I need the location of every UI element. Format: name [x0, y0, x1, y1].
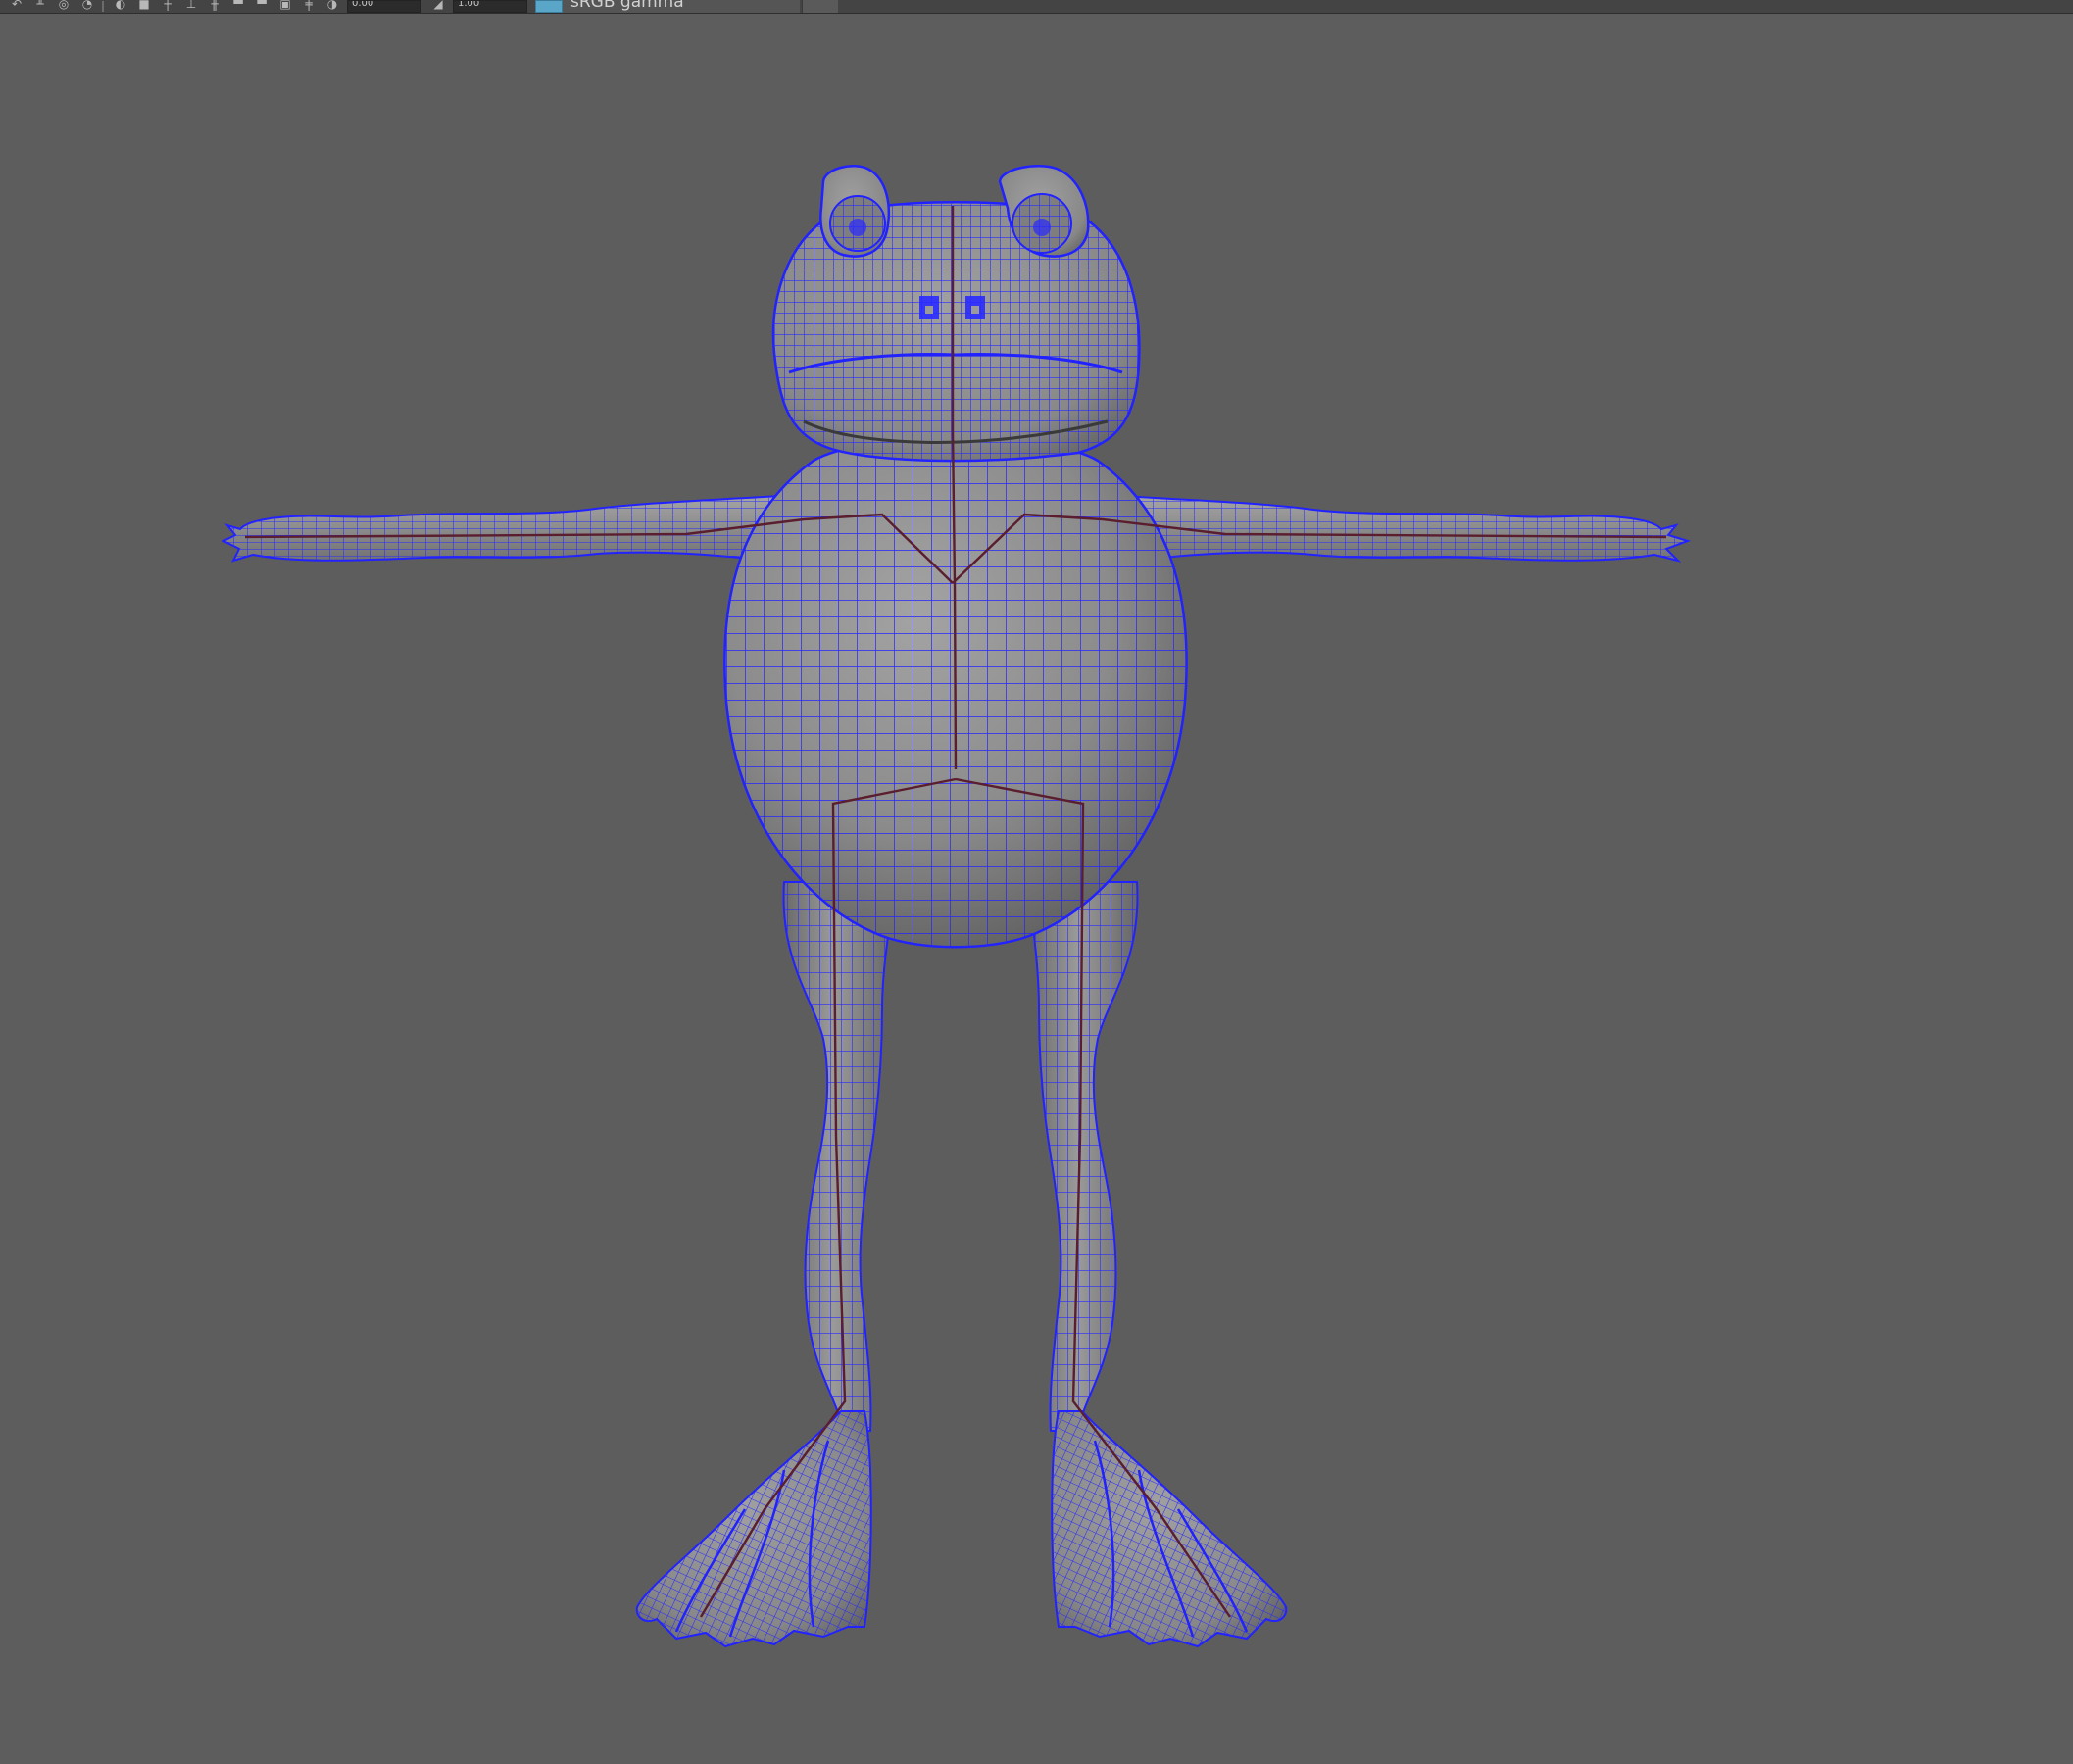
- gamma-icon[interactable]: ◢: [431, 0, 445, 13]
- 3d-viewport[interactable]: [0, 14, 2073, 1764]
- solid-box-icon[interactable]: ▀: [255, 0, 269, 13]
- gamma-field[interactable]: 1.00: [453, 0, 527, 13]
- gate-icon[interactable]: ╨: [33, 0, 47, 13]
- resolution-gate-icon[interactable]: ▣: [278, 0, 292, 13]
- maya-viewport-window: ↶ ╨ ◎ ◔ ◐ ■ ┼ ⊥ ╫ ▀ ▀ ▣ ╪ ◑ 0.00 ◢ 1.00 …: [0, 0, 2073, 1764]
- camera-tumble-icon[interactable]: ◔: [80, 0, 94, 13]
- frog-left-leg: [782, 881, 896, 1432]
- toolbar-end-cap: [802, 0, 838, 13]
- view-transform-label: sRGB gamma: [570, 0, 684, 12]
- frog-right-leg: [1027, 881, 1139, 1432]
- frog-model-render: [221, 165, 1692, 1648]
- film-gate-icon[interactable]: ╪: [302, 0, 316, 13]
- undo-icon[interactable]: ↶: [10, 0, 24, 13]
- solid-box-icon[interactable]: ▀: [231, 0, 245, 13]
- exposure-field[interactable]: 0.00: [347, 0, 421, 13]
- frog-right-arm: [1106, 493, 1692, 565]
- grid-icon[interactable]: ┼: [161, 0, 174, 13]
- camera-orbit-icon[interactable]: ◎: [57, 0, 71, 13]
- isolate-icon[interactable]: ╫: [208, 0, 222, 13]
- toolbar-divider: [102, 1, 104, 12]
- frog-left-eye: [819, 165, 891, 258]
- viewport-panel-toolbar: ↶ ╨ ◎ ◔ ◐ ■ ┼ ⊥ ╫ ▀ ▀ ▣ ╪ ◑ 0.00 ◢ 1.00 …: [0, 0, 2073, 14]
- frog-left-arm: [221, 493, 796, 565]
- layer-icon[interactable]: ■: [137, 0, 151, 13]
- pivot-icon[interactable]: ⊥: [184, 0, 198, 13]
- color-management-icon[interactable]: [535, 0, 563, 13]
- view-transform-dropdown[interactable]: sRGB gamma: [535, 0, 800, 13]
- shading-icon[interactable]: ◐: [114, 0, 127, 13]
- exposure-icon[interactable]: ◑: [325, 0, 339, 13]
